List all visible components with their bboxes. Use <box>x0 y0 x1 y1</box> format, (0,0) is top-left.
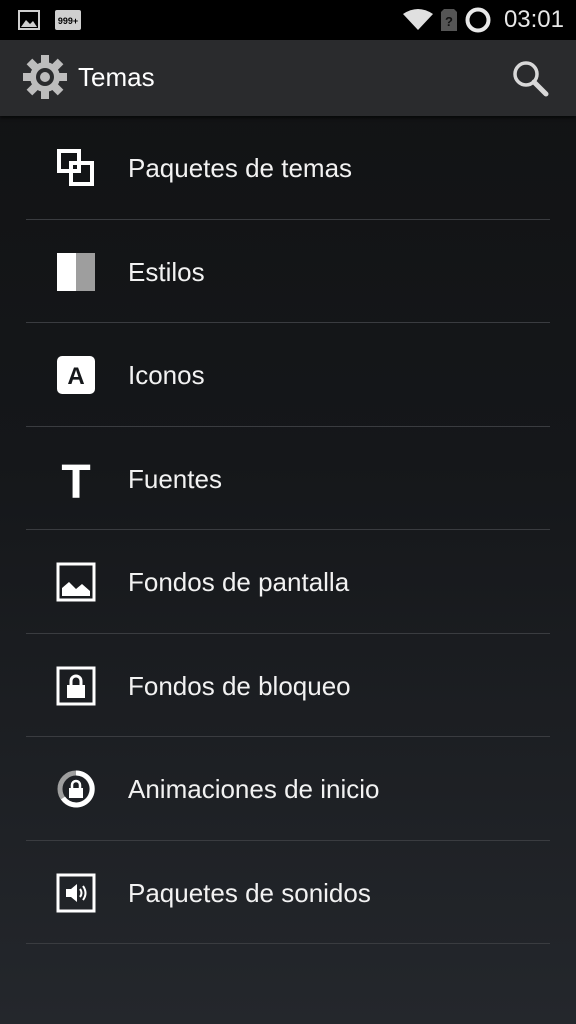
badge-999-icon: 999+ <box>55 10 81 30</box>
menu-item-sound-packs[interactable]: Paquetes de sonidos <box>0 841 576 945</box>
menu-item-theme-packs[interactable]: Paquetes de temas <box>0 116 576 220</box>
svg-text:?: ? <box>445 14 453 29</box>
menu-item-label: Fondos de bloqueo <box>128 670 351 701</box>
menu-item-label: Fondos de pantalla <box>128 567 350 597</box>
lockscreen-icon <box>56 666 96 705</box>
menu-item-label: Estilos <box>128 256 205 287</box>
status-time: 03:01 <box>503 6 564 33</box>
menu-item-label: Iconos <box>128 360 205 390</box>
svg-text:A: A <box>67 363 84 390</box>
status-bar: 999+ ? 03:01 <box>0 0 576 40</box>
menu-item-label: Paquetes de sonidos <box>128 877 371 908</box>
gear-icon[interactable] <box>20 52 70 102</box>
menu-item-label: Animaciones de inicio <box>128 774 380 804</box>
search-icon[interactable] <box>510 58 550 98</box>
speaker-icon <box>56 873 96 912</box>
letter-a-icon: A <box>57 356 95 394</box>
overlapping-squares-icon <box>57 149 94 186</box>
menu-item-wallpapers[interactable]: Fondos de pantalla <box>0 530 576 634</box>
boot-animation-icon <box>57 770 95 808</box>
image-notification-icon <box>18 10 40 30</box>
menu-item-lockscreen-wallpapers[interactable]: Fondos de bloqueo <box>0 634 576 738</box>
menu-item-styles[interactable]: Estilos <box>0 220 576 324</box>
menu-item-boot-animations[interactable]: Animaciones de inicio <box>0 737 576 841</box>
themes-menu-list: Paquetes de temas Estilos A Iconos T Fue… <box>0 116 576 944</box>
menu-item-label: Fuentes <box>128 463 222 494</box>
menu-item-icons[interactable]: A Iconos <box>0 323 576 427</box>
action-bar: Temas <box>0 40 576 116</box>
menu-item-fonts[interactable]: T Fuentes <box>0 427 576 531</box>
wifi-icon <box>402 9 433 30</box>
wallpaper-icon <box>56 562 96 602</box>
menu-item-label: Paquetes de temas <box>128 153 353 183</box>
page-title: Temas <box>78 62 155 92</box>
no-sim-icon: ? <box>440 9 457 31</box>
letter-t-icon: T <box>61 459 90 499</box>
sync-ring-icon <box>465 7 491 33</box>
styles-swatch-icon <box>57 252 95 291</box>
svg-text:T: T <box>61 459 90 499</box>
notification-badge-text: 999+ <box>58 16 78 26</box>
